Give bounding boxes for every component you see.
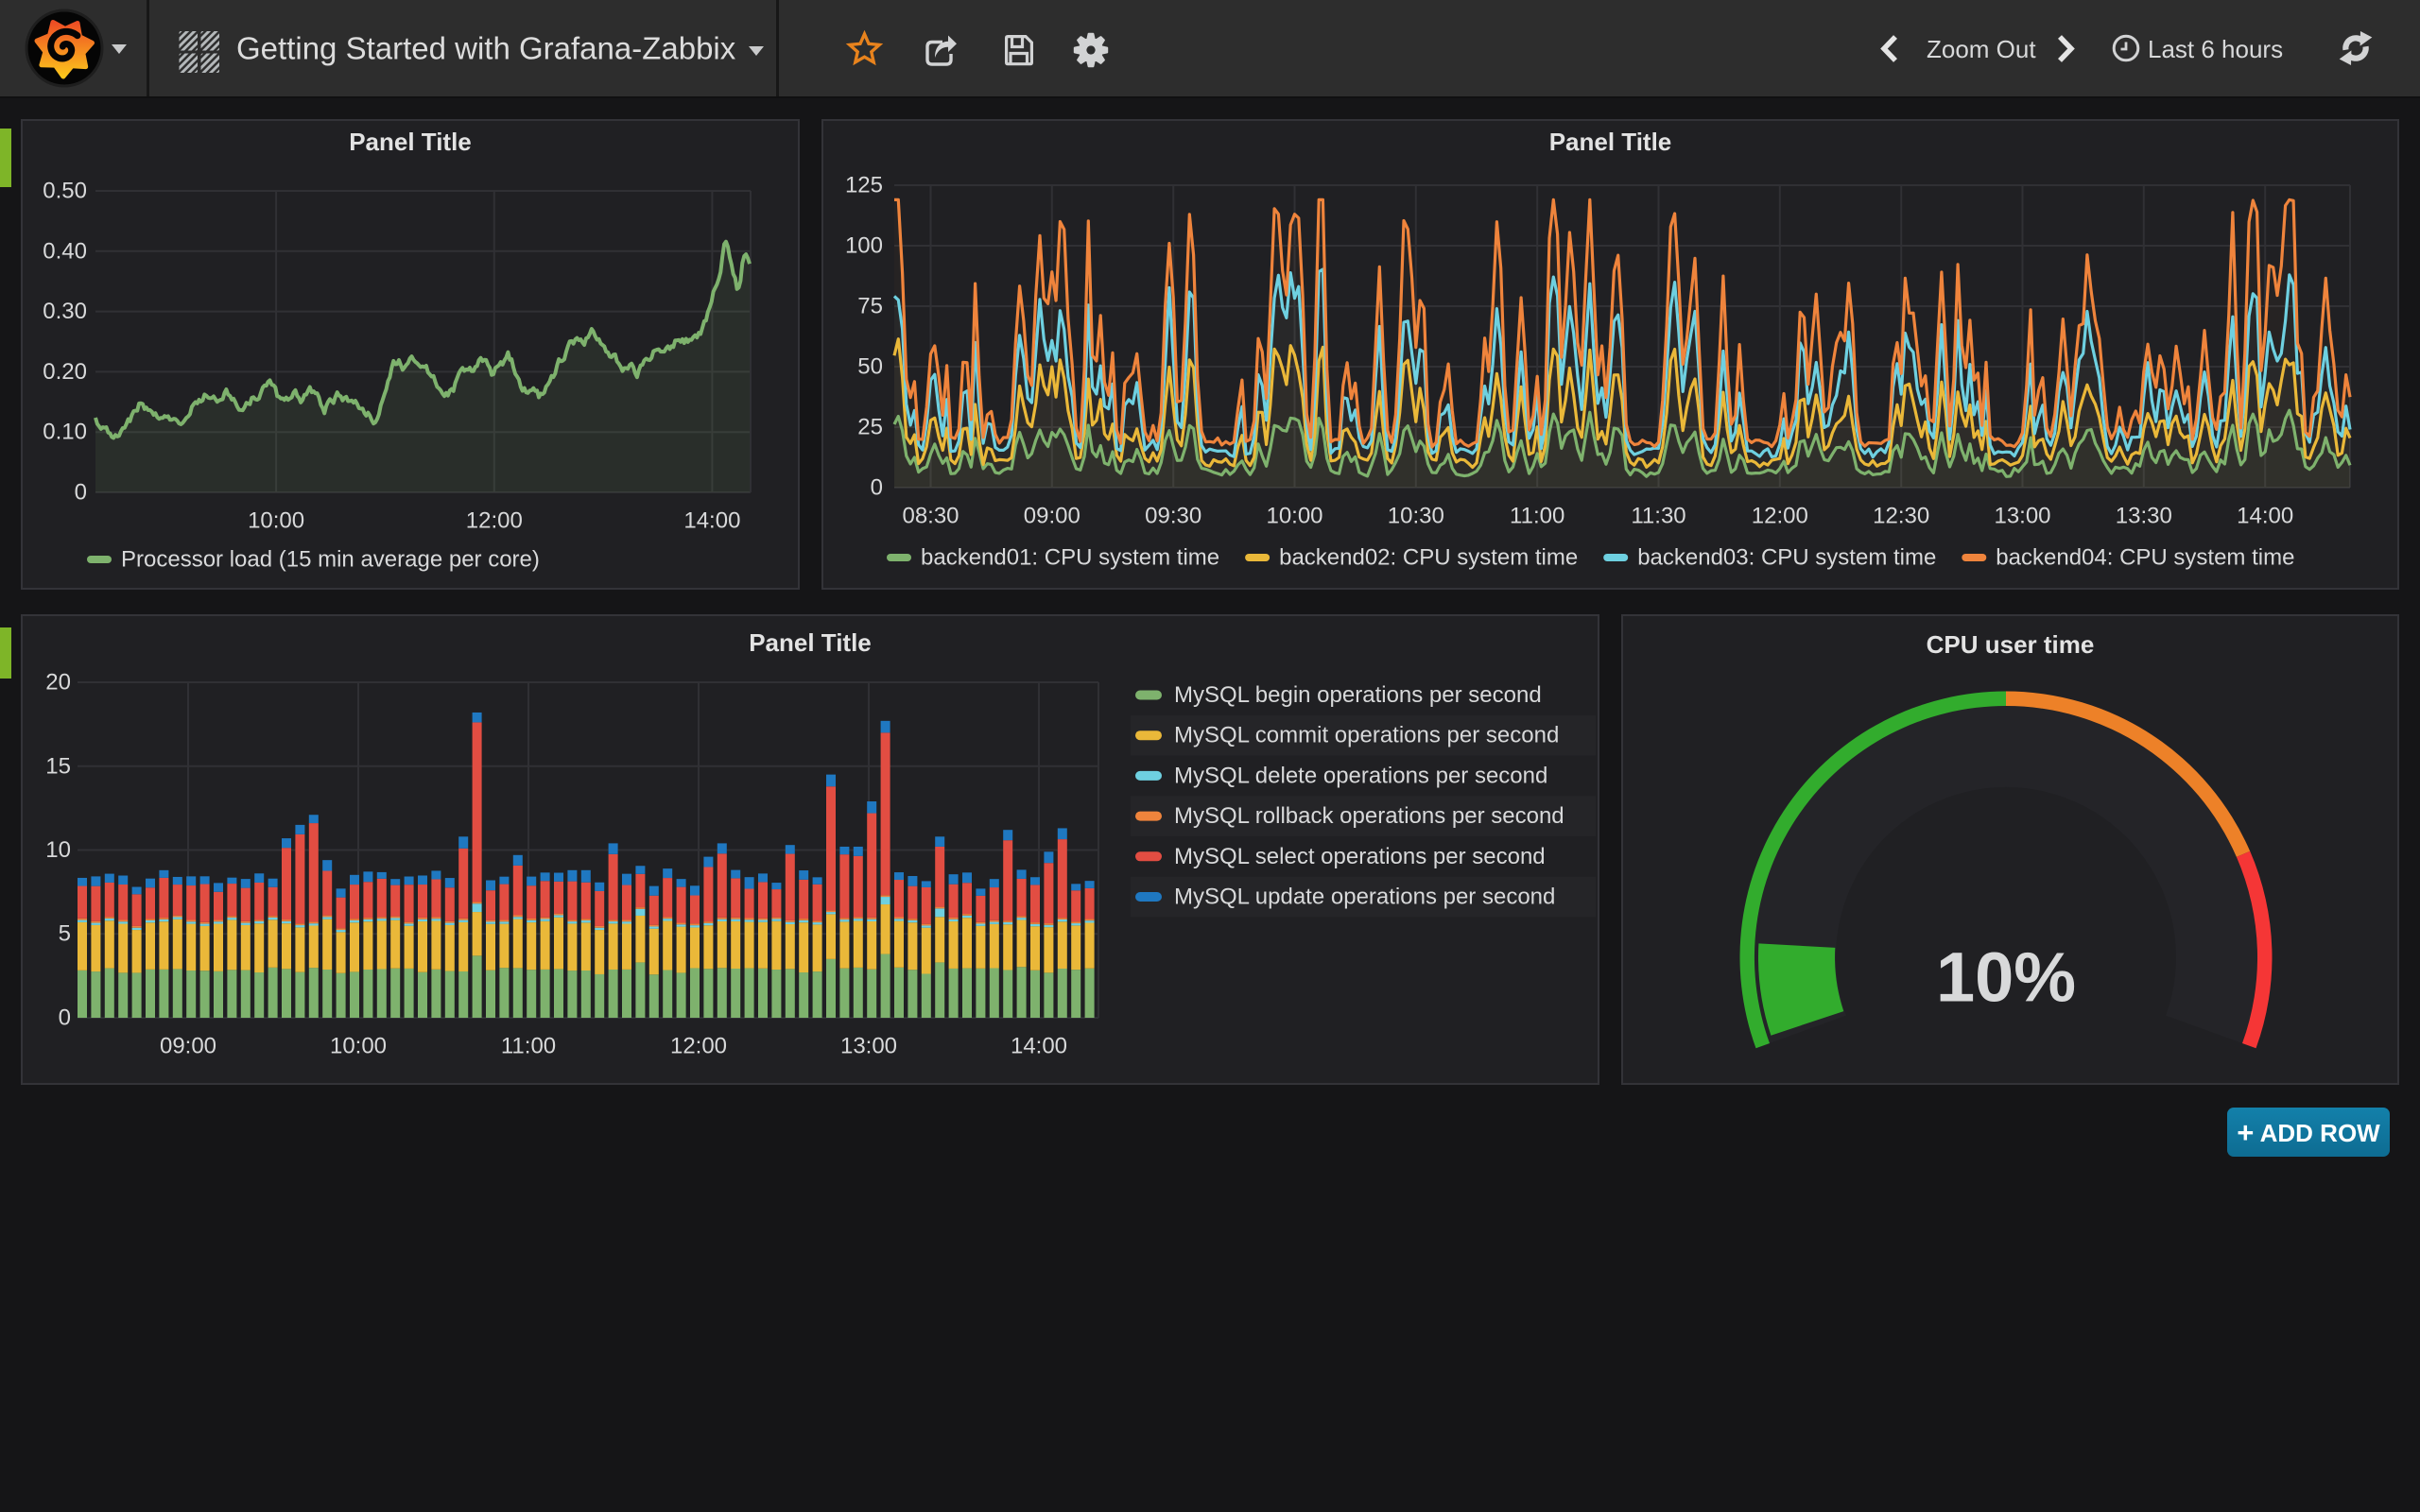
svg-text:Getting Started with Grafana-Z: Getting Started with Grafana-Zabbix [236,31,736,66]
svg-text:10:00: 10:00 [248,508,304,534]
svg-text:MySQL update operations per se: MySQL update operations per second [1174,885,1555,910]
svg-text:08:30: 08:30 [902,504,959,529]
svg-text:0: 0 [75,480,87,506]
svg-text:13:00: 13:00 [1994,504,2050,529]
svg-text:0: 0 [59,1005,71,1031]
svg-text:10%: 10% [1936,938,2076,1017]
svg-text:09:30: 09:30 [1145,504,1201,529]
svg-text:25: 25 [857,415,883,440]
svg-text:MySQL begin operations per sec: MySQL begin operations per second [1174,682,1542,708]
svg-text:10:00: 10:00 [1266,504,1322,529]
svg-text:09:00: 09:00 [160,1034,216,1059]
svg-text:0.20: 0.20 [43,359,87,385]
svg-text:MySQL delete operations per se: MySQL delete operations per second [1174,763,1547,788]
svg-text:15: 15 [45,753,71,779]
svg-text:MySQL select operations per se: MySQL select operations per second [1174,844,1546,869]
svg-text:CPU user time: CPU user time [1927,630,2095,659]
svg-text:Panel Title: Panel Title [349,128,472,156]
svg-text:0.50: 0.50 [43,179,87,204]
svg-text:5: 5 [59,921,71,947]
svg-text:backend03: CPU system time: backend03: CPU system time [1637,545,1936,571]
svg-text:11:00: 11:00 [1510,504,1564,529]
svg-text:12:00: 12:00 [670,1034,727,1059]
svg-text:75: 75 [857,294,883,319]
svg-text:50: 50 [857,354,883,380]
svg-text:Zoom Out: Zoom Out [1927,35,2036,63]
svg-text:14:00: 14:00 [2237,504,2293,529]
svg-text:11:30: 11:30 [1631,504,1685,529]
svg-text:12:00: 12:00 [466,508,523,534]
svg-text:13:30: 13:30 [2116,504,2172,529]
svg-text:12:30: 12:30 [1873,504,1929,529]
svg-text:Processor load (15 min average: Processor load (15 min average per core) [121,547,540,573]
svg-text:backend02: CPU system time: backend02: CPU system time [1279,545,1578,571]
svg-text:backend04: CPU system time: backend04: CPU system time [1996,545,2294,571]
svg-text:Panel Title: Panel Title [749,628,872,657]
svg-text:0.10: 0.10 [43,420,87,445]
svg-text:Last 6 hours: Last 6 hours [2148,35,2283,63]
svg-text:MySQL rollback operations per: MySQL rollback operations per second [1174,803,1564,829]
svg-text:14:00: 14:00 [683,508,740,534]
svg-text:10: 10 [45,837,71,863]
svg-text:125: 125 [845,173,883,198]
svg-text:0.30: 0.30 [43,299,87,324]
svg-text:MySQL commit operations per se: MySQL commit operations per second [1174,723,1559,748]
svg-text:100: 100 [845,233,883,259]
svg-text:backend01: CPU system time: backend01: CPU system time [921,545,1219,571]
svg-text:09:00: 09:00 [1024,504,1080,529]
svg-text:10:30: 10:30 [1388,504,1444,529]
svg-text:12:00: 12:00 [1752,504,1808,529]
svg-text:0.40: 0.40 [43,238,87,264]
svg-text:Panel Title: Panel Title [1549,128,1672,156]
svg-text:11:00: 11:00 [501,1034,556,1059]
svg-text:20: 20 [45,670,71,696]
svg-text:10:00: 10:00 [330,1034,387,1059]
svg-text:13:00: 13:00 [840,1034,897,1059]
svg-text:14:00: 14:00 [1011,1034,1067,1059]
svg-text:0: 0 [871,475,883,501]
